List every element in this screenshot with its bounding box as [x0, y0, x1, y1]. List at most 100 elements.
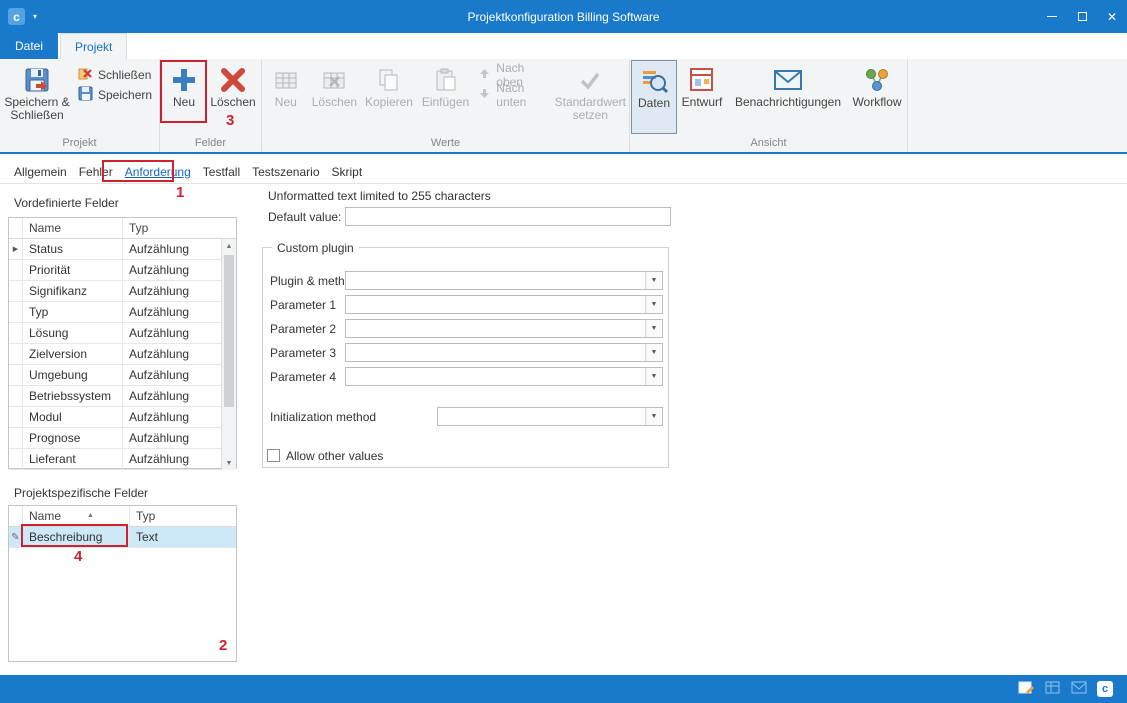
current-row-icon: ▶ [13, 245, 18, 253]
scroll-up-button[interactable]: ▲ [222, 239, 236, 253]
minimize-button[interactable] [1037, 0, 1067, 33]
dropdown-button[interactable]: ▼ [645, 408, 662, 425]
field-name-cell[interactable]: Status [23, 239, 123, 259]
group-caption-ansicht: Ansicht [630, 136, 907, 152]
table-row[interactable]: Zielversion Aufzählung [9, 344, 221, 365]
vertical-scrollbar[interactable]: ▲ ▼ [221, 239, 236, 470]
mail-status-icon[interactable] [1071, 681, 1087, 698]
chevron-down-icon: ▼ [651, 373, 658, 380]
table-row[interactable]: Betriebssystem Aufzählung [9, 386, 221, 407]
field-name-cell[interactable]: Typ [23, 302, 123, 322]
custom-plugin-legend: Custom plugin [272, 241, 359, 255]
table-row[interactable]: Prognose Aufzählung [9, 428, 221, 449]
scroll-down-button[interactable]: ▼ [222, 456, 236, 470]
table-row[interactable]: Modul Aufzählung [9, 407, 221, 428]
field-name-cell[interactable]: Lösung [23, 323, 123, 343]
field-name-cell[interactable]: Betriebssystem [23, 386, 123, 406]
field-typ-cell[interactable]: Aufzählung [123, 239, 221, 259]
table-row[interactable]: Typ Aufzählung [9, 302, 221, 323]
column-header-typ[interactable]: Typ [123, 218, 236, 238]
dropdown-button[interactable]: ▼ [645, 320, 662, 337]
app-logo-small-icon[interactable]: c [1097, 681, 1113, 697]
field-typ-cell[interactable]: Aufzählung [123, 323, 221, 343]
parameter2-combobox[interactable]: ▼ [345, 319, 663, 338]
paste-value-icon [433, 63, 459, 96]
column-header-typ[interactable]: Typ [130, 506, 236, 526]
init-method-label: Initialization method [270, 410, 376, 424]
table-row[interactable]: Lösung Aufzählung [9, 323, 221, 344]
maximize-button[interactable] [1067, 0, 1097, 33]
view-benachrichtigungen-button[interactable]: Benachrichtigungen [727, 60, 849, 134]
field-typ-cell[interactable]: Aufzählung [123, 407, 221, 427]
set-default-value-icon [577, 63, 603, 96]
parameter3-combobox[interactable]: ▼ [345, 343, 663, 362]
dropdown-button[interactable]: ▼ [645, 344, 662, 361]
view-entwurf-button[interactable]: Entwurf [677, 60, 727, 134]
tab-anforderung[interactable]: Anforderung [123, 165, 193, 179]
field-typ-cell[interactable]: Aufzählung [123, 365, 221, 385]
field-name-cell[interactable]: Zielversion [23, 344, 123, 364]
chevron-down-icon: ▼ [651, 301, 658, 308]
field-typ-cell[interactable]: Aufzählung [123, 449, 221, 469]
tab-testfall[interactable]: Testfall [201, 165, 242, 179]
entwurf-view-label: Entwurf [682, 96, 723, 109]
field-typ-cell[interactable]: Aufzählung [123, 386, 221, 406]
tab-datei[interactable]: Datei [0, 33, 58, 59]
save-project-button[interactable]: Speichern [73, 85, 157, 105]
quick-access-dropdown-icon[interactable]: ▾ [33, 12, 37, 21]
plugin-method-combobox[interactable]: ▼ [345, 271, 663, 290]
column-header-name[interactable]: Name ▲ [23, 506, 130, 526]
field-typ-cell[interactable]: Aufzählung [123, 344, 221, 364]
grid-view-icon[interactable] [1045, 680, 1061, 699]
save-project-icon [78, 86, 93, 104]
dropdown-button[interactable]: ▼ [645, 272, 662, 289]
field-name-cell[interactable]: Beschreibung [23, 527, 130, 547]
tab-testszenario[interactable]: Testszenario [250, 165, 321, 179]
default-value-input[interactable] [345, 207, 671, 226]
ribbon-group-felder: Neu Löschen Felder [160, 59, 262, 152]
tab-skript[interactable]: Skript [330, 165, 365, 179]
scrollbar-thumb[interactable] [224, 255, 234, 407]
new-field-button[interactable]: Neu [161, 60, 207, 134]
save-and-close-button[interactable]: Speichern & Schließen [1, 60, 73, 134]
field-name-cell[interactable]: Signifikanz [23, 281, 123, 301]
tab-allgemein[interactable]: Allgemein [12, 165, 69, 179]
table-row[interactable]: Signifikanz Aufzählung [9, 281, 221, 302]
field-typ-cell[interactable]: Aufzählung [123, 428, 221, 448]
tab-projekt[interactable]: Projekt [60, 33, 127, 59]
field-typ-cell[interactable]: Aufzählung [123, 260, 221, 280]
new-field-label: Neu [173, 96, 195, 109]
parameter1-combobox[interactable]: ▼ [345, 295, 663, 314]
field-name-cell[interactable]: Priorität [23, 260, 123, 280]
set-default-value-button: Standardwert setzen [553, 60, 628, 134]
parameter4-combobox[interactable]: ▼ [345, 367, 663, 386]
table-row[interactable]: Lieferant Aufzählung [9, 449, 221, 470]
field-name-cell[interactable]: Umgebung [23, 365, 123, 385]
scroll-down-icon: ▼ [226, 460, 233, 467]
chevron-down-icon: ▼ [651, 325, 658, 332]
field-typ-cell[interactable]: Aufzählung [123, 281, 221, 301]
table-row[interactable]: Umgebung Aufzählung [9, 365, 221, 386]
init-method-combobox[interactable]: ▼ [437, 407, 663, 426]
status-bar: c [0, 675, 1127, 703]
column-header-name[interactable]: Name [23, 218, 123, 238]
table-row-selected[interactable]: ✎ Beschreibung Text [9, 527, 236, 548]
field-typ-cell[interactable]: Text [130, 527, 236, 547]
field-name-cell[interactable]: Modul [23, 407, 123, 427]
dropdown-button[interactable]: ▼ [645, 368, 662, 385]
table-row[interactable]: ▶ Status Aufzählung [9, 239, 221, 260]
dropdown-button[interactable]: ▼ [645, 296, 662, 313]
field-typ-cell[interactable]: Aufzählung [123, 302, 221, 322]
field-name-cell[interactable]: Lieferant [23, 449, 123, 469]
tab-fehler[interactable]: Fehler [77, 165, 115, 179]
table-row[interactable]: Priorität Aufzählung [9, 260, 221, 281]
field-name-cell[interactable]: Prognose [23, 428, 123, 448]
view-workflow-button[interactable]: Workflow [849, 60, 905, 134]
close-button[interactable]: ✕ [1097, 0, 1127, 33]
delete-field-button[interactable]: Löschen [207, 60, 259, 134]
parameter2-label: Parameter 2 [270, 322, 336, 336]
close-project-button[interactable]: Schließen [73, 65, 157, 85]
view-daten-button[interactable]: Daten [631, 60, 677, 134]
customize-layout-icon[interactable] [1018, 680, 1035, 699]
allow-other-values-checkbox[interactable] [267, 449, 280, 462]
